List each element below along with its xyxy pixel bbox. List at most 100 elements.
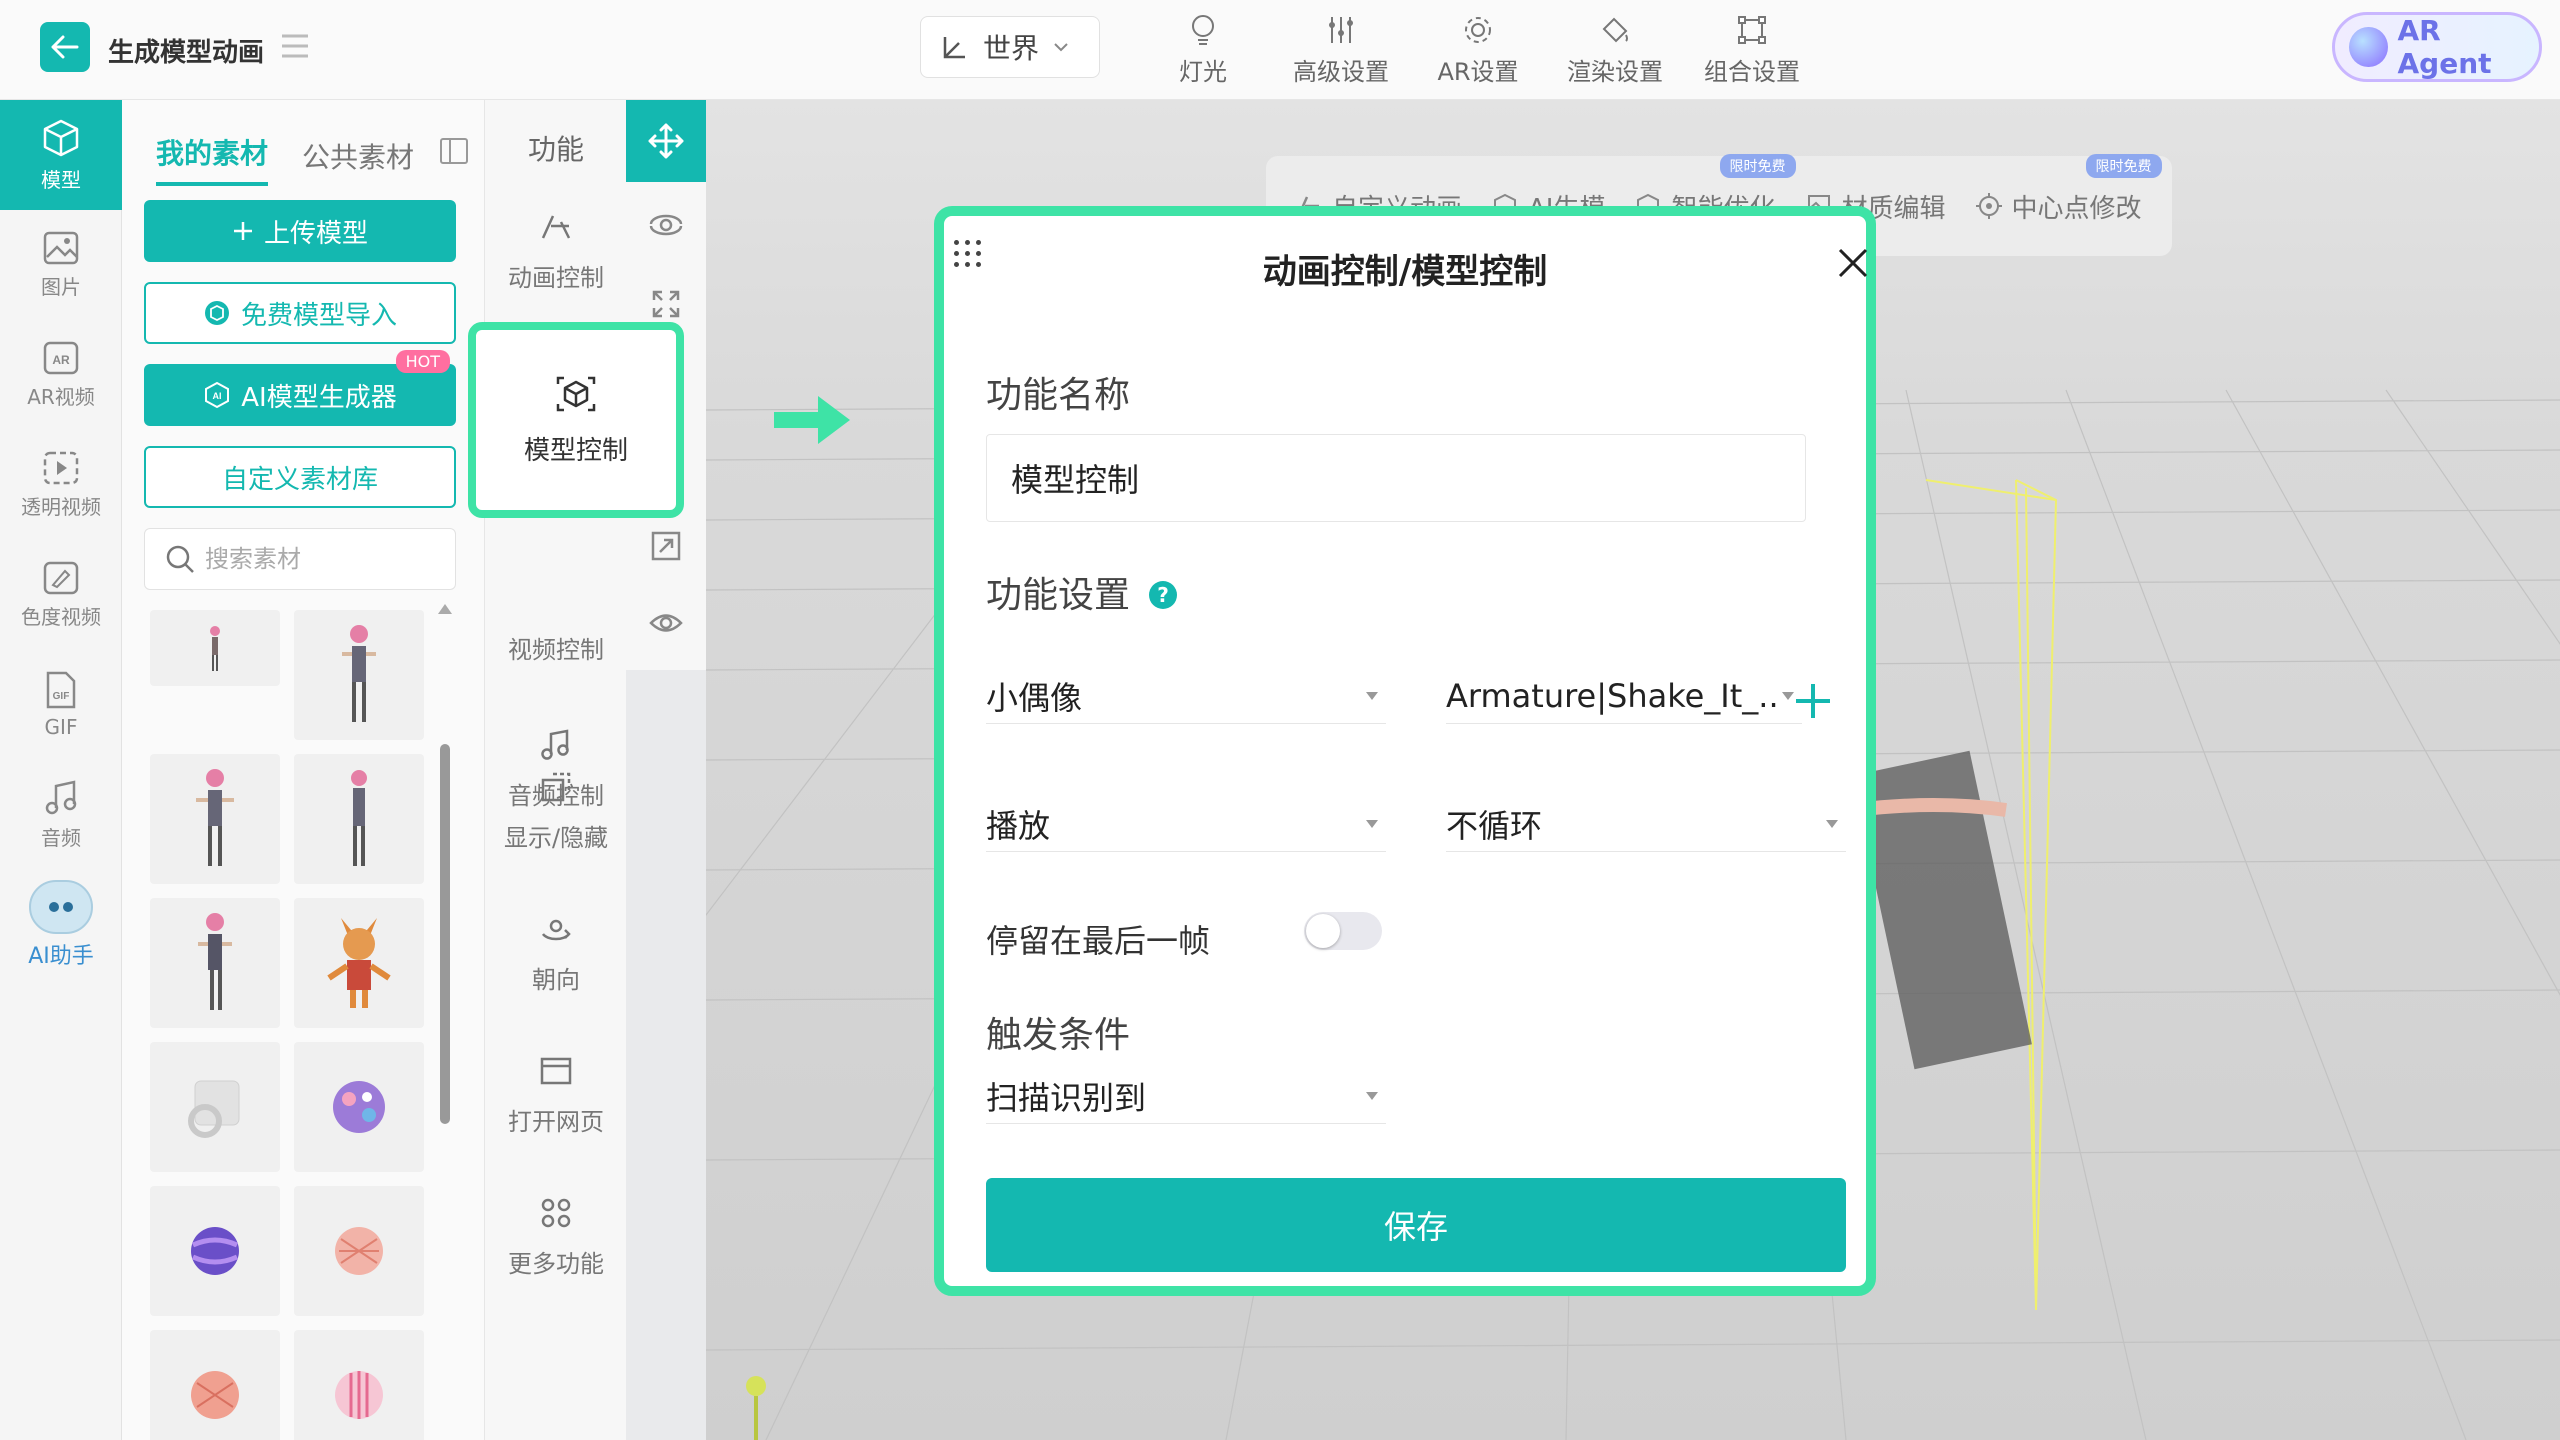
move-tool-button[interactable] xyxy=(626,100,706,182)
rail-item-model[interactable]: 模型 xyxy=(0,100,122,210)
close-icon[interactable] xyxy=(1836,246,1870,280)
rail-item-transparent-video[interactable]: 透明视频 xyxy=(0,430,122,540)
asset-thumbnail[interactable] xyxy=(150,754,280,884)
sphere-thumbnail xyxy=(333,1081,385,1133)
asset-thumbnail[interactable] xyxy=(294,1042,424,1172)
ar-agent-button[interactable]: AR Agent xyxy=(2332,12,2542,82)
asset-thumbnail[interactable] xyxy=(150,1186,280,1316)
asset-thumbnail[interactable] xyxy=(150,610,280,686)
upload-model-label: 上传模型 xyxy=(263,218,368,249)
ar-video-icon: AR xyxy=(43,341,79,374)
rail-item-ar-video[interactable]: AR AR视频 xyxy=(0,320,122,430)
help-icon[interactable]: ? xyxy=(1149,581,1177,609)
function-more[interactable]: 更多功能 xyxy=(485,1190,627,1279)
scale-tool-button[interactable] xyxy=(626,288,706,320)
caret-down-icon xyxy=(1366,691,1378,700)
sphere-thumbnail xyxy=(335,1371,383,1419)
function-label: 朝向 xyxy=(532,966,580,994)
asset-thumbnail[interactable] xyxy=(150,1330,280,1440)
function-orientation[interactable]: 朝向 xyxy=(485,906,627,995)
toolbar-group[interactable]: 组合设置 xyxy=(1667,12,1837,87)
dialog-title: 动画控制/模型控制 xyxy=(1262,252,1548,292)
asset-search[interactable] xyxy=(144,528,456,590)
animation-clip-select[interactable]: Armature|Shake_It_... xyxy=(1446,668,1802,724)
cube-icon xyxy=(43,119,79,156)
scrollbar-thumb[interactable] xyxy=(440,744,450,1124)
preview-button[interactable] xyxy=(626,610,706,636)
function-settings-label: 功能设置 xyxy=(986,575,1131,616)
collapse-panel-icon[interactable] xyxy=(440,138,468,164)
asset-thumbnail[interactable] xyxy=(294,754,424,884)
add-animation-button[interactable] xyxy=(1796,684,1830,718)
back-arrow-icon xyxy=(51,35,79,59)
asset-thumbnail[interactable] xyxy=(150,1042,280,1172)
function-name-input[interactable] xyxy=(986,434,1806,522)
asset-thumbnail[interactable] xyxy=(294,610,424,740)
trigger-condition-select[interactable]: 扫描识别到 xyxy=(986,1068,1386,1124)
back-button[interactable] xyxy=(40,22,90,72)
sphere-thumbnail xyxy=(191,1371,239,1419)
asset-thumbnail[interactable] xyxy=(150,898,280,1028)
target-icon xyxy=(1975,193,2002,219)
caret-down-icon xyxy=(1826,819,1838,828)
save-button[interactable]: 保存 xyxy=(986,1178,1846,1272)
trigger-condition-value: 扫描识别到 xyxy=(986,1078,1147,1117)
ar-agent-label: AR Agent xyxy=(2397,14,2492,80)
fit-view-icon xyxy=(651,531,681,561)
ai-model-generator-button[interactable]: AI AI模型生成器 HOT xyxy=(144,350,456,426)
tab-public-assets[interactable]: 公共素材 xyxy=(302,136,414,186)
asset-tabs: 我的素材 公共素材 xyxy=(156,132,414,186)
function-open-webpage[interactable]: 打开网页 xyxy=(485,1048,627,1137)
play-action-value: 播放 xyxy=(986,806,1051,845)
page-title: 生成模型动画 xyxy=(108,38,265,68)
rail-item-chroma-video[interactable]: 色度视频 xyxy=(0,540,122,650)
function-animation-control[interactable]: 动画控制 xyxy=(485,204,627,293)
asset-thumbnail[interactable] xyxy=(294,1330,424,1440)
gif-icon: GIF xyxy=(46,671,76,709)
asset-thumbnail[interactable] xyxy=(294,898,424,1028)
play-action-select[interactable]: 播放 xyxy=(986,796,1386,852)
hamburger-menu-icon[interactable] xyxy=(280,32,310,60)
loop-mode-select[interactable]: 不循环 xyxy=(1446,796,1846,852)
animation-clip-value: Armature|Shake_It_... xyxy=(1446,676,1782,715)
idol-figure-thumbnail xyxy=(210,626,220,671)
rail-item-image[interactable]: 图片 xyxy=(0,210,122,320)
function-show-hide[interactable]: 显示/隐藏 xyxy=(485,764,627,853)
free-model-import-button[interactable]: 免费模型导入 xyxy=(144,282,456,344)
music-icon xyxy=(45,779,77,814)
asset-thumbnail[interactable] xyxy=(294,1186,424,1316)
rail-item-gif[interactable]: GIF GIF xyxy=(0,650,122,760)
rail-item-label: GIF xyxy=(44,715,78,739)
idol-figure-thumbnail xyxy=(351,770,367,866)
rail-item-audio[interactable]: 音频 xyxy=(0,760,122,870)
stop-last-frame-toggle[interactable] xyxy=(1304,912,1382,950)
stop-last-frame-label: 停留在最后一帧 xyxy=(986,922,1211,960)
function-name-label: 功能名称 xyxy=(986,375,1131,416)
target-model-select[interactable]: 小偶像 xyxy=(986,668,1386,724)
asset-scrollbar[interactable] xyxy=(438,604,452,1124)
coordinate-space-select[interactable]: 世界 xyxy=(920,16,1100,78)
ai-assistant-button[interactable]: AI助手 xyxy=(0,870,122,980)
custom-library-button[interactable]: 自定义素材库 xyxy=(144,446,456,508)
target-model-value: 小偶像 xyxy=(986,678,1083,717)
more-icon xyxy=(541,1198,571,1228)
bulb-icon xyxy=(1192,15,1214,45)
rail-item-label: 透明视频 xyxy=(21,494,101,519)
fit-view-button[interactable] xyxy=(626,530,706,562)
paint-bucket-icon xyxy=(1602,17,1628,43)
search-input[interactable] xyxy=(205,545,445,573)
image-icon xyxy=(43,231,79,264)
sphere-thumbnail xyxy=(191,1227,239,1275)
tab-my-assets[interactable]: 我的素材 xyxy=(156,132,269,186)
gear-icon xyxy=(1465,17,1491,43)
svg-text:GIF: GIF xyxy=(53,691,70,702)
rotate-tool-button[interactable] xyxy=(626,206,706,244)
loop-mode-value: 不循环 xyxy=(1446,806,1543,845)
function-model-control[interactable]: 模型控制 xyxy=(468,322,684,518)
scroll-up-arrow-icon[interactable] xyxy=(438,604,452,614)
upload-model-button[interactable]: 上传模型 xyxy=(144,200,456,262)
pivot-edit-tool[interactable]: 中心点修改 限时免费 xyxy=(1975,153,2162,225)
model-control-dialog: 动画控制/模型控制 功能名称 功能设置 ? 小偶像 Armature|Shake… xyxy=(934,206,1876,1296)
model-import-icon xyxy=(204,301,229,325)
move-arrows-icon xyxy=(648,123,684,159)
